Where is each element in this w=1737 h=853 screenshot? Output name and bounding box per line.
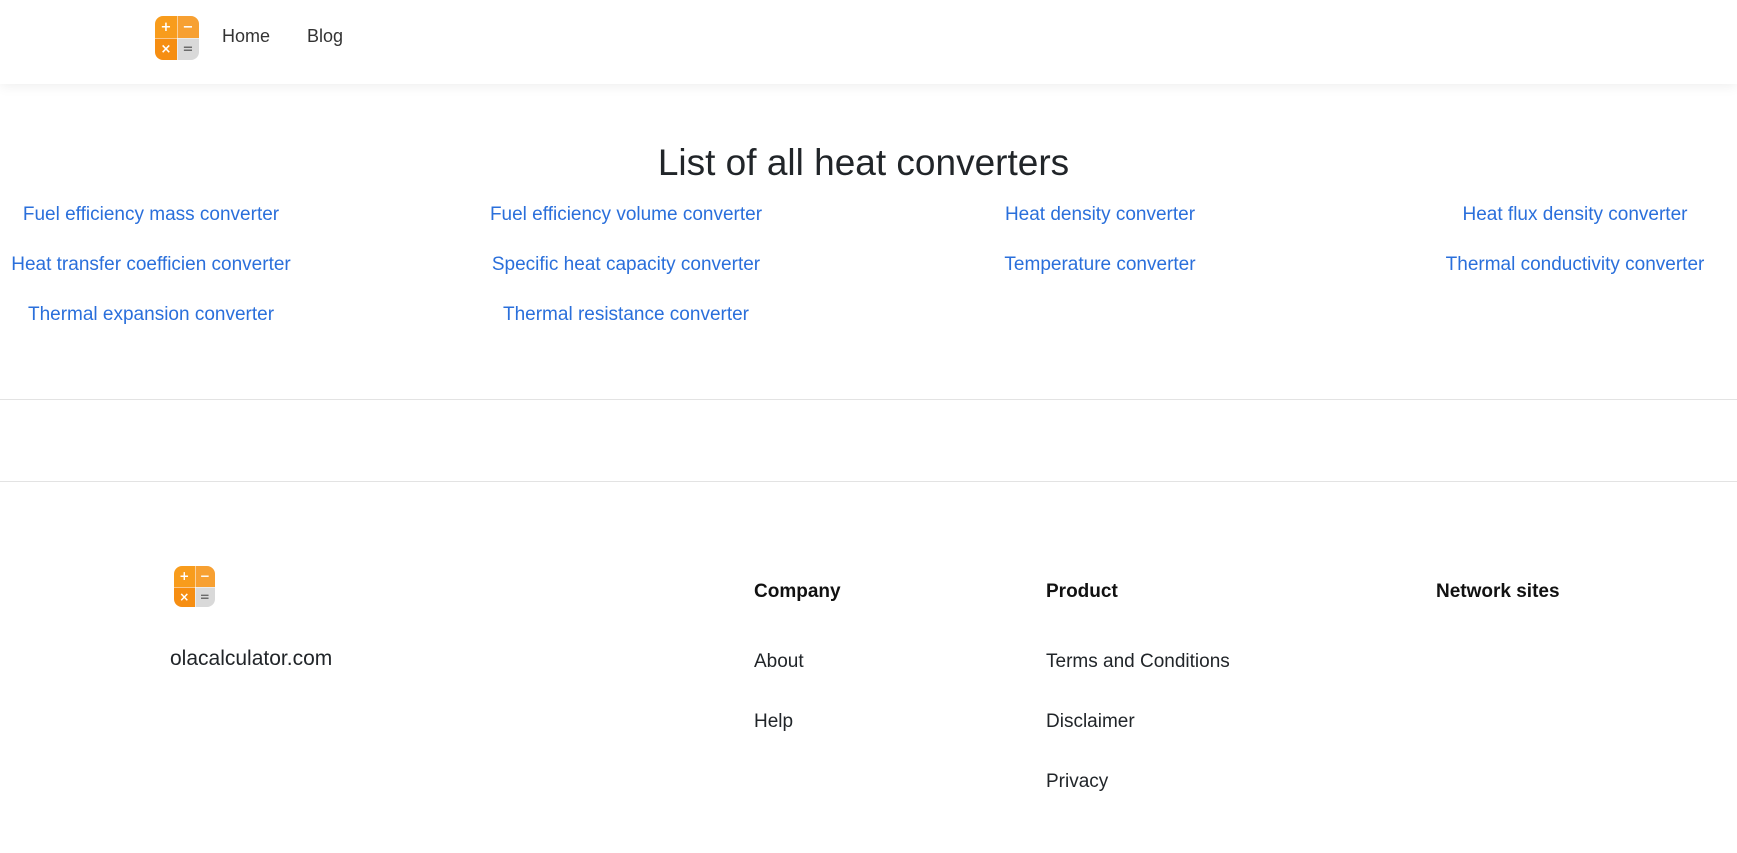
- equals-icon: =: [177, 38, 199, 60]
- converter-link-heat-transfer-coefficient[interactable]: Heat transfer coefficien converter: [11, 254, 291, 276]
- logo-divider: [155, 38, 199, 39]
- page-title: List of all heat converters: [657, 142, 1070, 183]
- footer-calculator-logo-icon[interactable]: + − × =: [174, 566, 215, 607]
- footer-link-about[interactable]: About: [754, 651, 804, 673]
- times-icon: ×: [155, 38, 177, 60]
- times-icon: ×: [174, 586, 195, 607]
- footer-link-disclaimer[interactable]: Disclaimer: [1046, 711, 1135, 733]
- converter-link-thermal-resistance[interactable]: Thermal resistance converter: [503, 304, 749, 326]
- plus-icon: +: [174, 566, 195, 587]
- minus-icon: −: [177, 16, 199, 38]
- footer-heading-network-sites: Network sites: [1436, 581, 1560, 602]
- converter-link-thermal-expansion[interactable]: Thermal expansion converter: [28, 304, 274, 326]
- footer-link-privacy[interactable]: Privacy: [1046, 771, 1108, 793]
- footer-link-terms[interactable]: Terms and Conditions: [1046, 651, 1230, 673]
- site-header: + − × = Home Blog: [0, 0, 1737, 84]
- converter-link-fuel-efficiency-volume[interactable]: Fuel efficiency volume converter: [490, 204, 762, 226]
- minus-icon: −: [194, 566, 215, 587]
- footer-site-name: olacalculator.com: [170, 647, 333, 670]
- divider: [0, 399, 1737, 400]
- divider: [0, 481, 1737, 482]
- footer-link-help[interactable]: Help: [754, 711, 793, 733]
- converter-link-specific-heat-capacity[interactable]: Specific heat capacity converter: [492, 254, 760, 276]
- footer-heading-company: Company: [754, 581, 841, 602]
- converter-link-heat-density[interactable]: Heat density converter: [1005, 204, 1195, 226]
- converter-link-heat-flux-density[interactable]: Heat flux density converter: [1463, 204, 1688, 226]
- nav-home-link[interactable]: Home: [222, 26, 270, 47]
- converter-link-thermal-conductivity[interactable]: Thermal conductivity converter: [1446, 254, 1705, 276]
- equals-icon: =: [194, 586, 215, 607]
- nav-blog-link[interactable]: Blog: [307, 26, 343, 47]
- logo-divider: [174, 586, 215, 588]
- converter-link-fuel-efficiency-mass[interactable]: Fuel efficiency mass converter: [23, 204, 279, 226]
- converter-link-temperature[interactable]: Temperature converter: [1004, 254, 1195, 276]
- plus-icon: +: [155, 16, 177, 38]
- footer-heading-product: Product: [1046, 581, 1118, 602]
- calculator-logo-icon[interactable]: + − × =: [155, 16, 199, 60]
